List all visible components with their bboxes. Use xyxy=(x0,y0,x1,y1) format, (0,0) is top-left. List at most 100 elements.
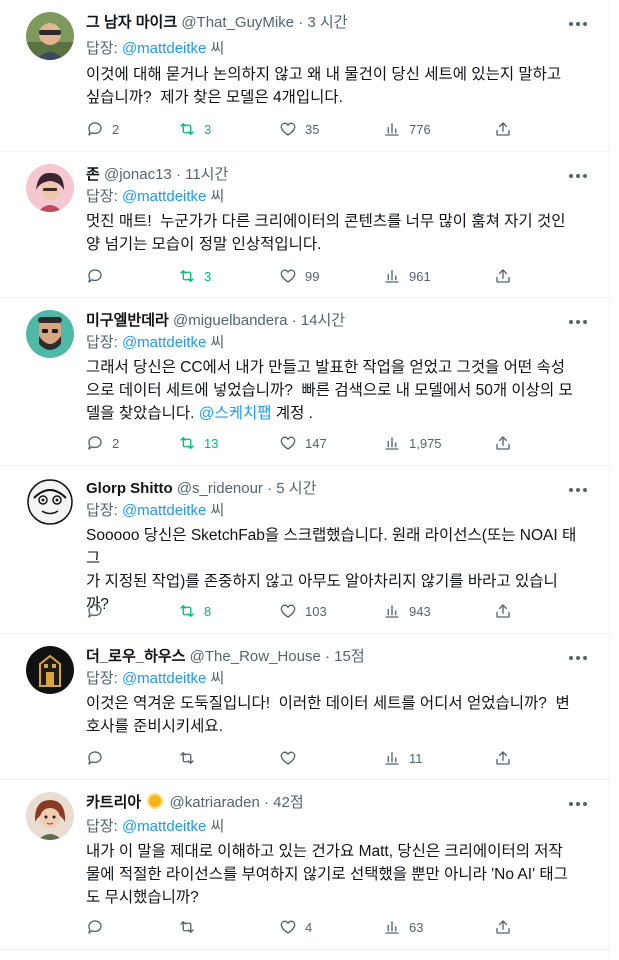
more-options-button[interactable] xyxy=(567,648,589,668)
timestamp[interactable]: 5 시간 xyxy=(276,480,316,497)
share-button[interactable] xyxy=(494,431,512,455)
more-options-button[interactable] xyxy=(567,14,589,34)
user-handle[interactable]: @katriaraden xyxy=(170,794,260,811)
views-button[interactable]: 943 xyxy=(383,599,431,623)
avatar[interactable] xyxy=(26,164,74,212)
separator-dot: · xyxy=(267,480,273,497)
retweet-button[interactable]: 8 xyxy=(178,599,211,623)
mention-link[interactable]: @mattdeitke xyxy=(122,334,206,351)
mention-link[interactable]: @mattdeitke xyxy=(122,670,206,687)
like-button[interactable]: 4 xyxy=(279,915,312,939)
tweet-text: 이것은 역겨운 도둑질입니다! 이러한 데이터 세트를 어디서 얻었습니까? 변… xyxy=(86,695,570,735)
reply-tweet[interactable]: 그 남자 마이크 @That_GuyMike · 3 시간 답장: @mattd… xyxy=(0,0,609,152)
views-button[interactable]: 11 xyxy=(383,746,423,770)
user-handle[interactable]: @The_Row_House xyxy=(190,648,321,665)
reply-tweet[interactable]: Glorp Shitto @s_ridenour · 5 시간 답장: @mat… xyxy=(0,466,609,634)
reply-tweet[interactable]: 카트리아 @katriaraden · 42점 답장: @mattdeitke … xyxy=(0,780,609,950)
sketchfab-mention-link[interactable]: @스케치팹 xyxy=(199,405,272,422)
replying-to: 답장: @mattdeitke 씨 xyxy=(86,333,224,353)
timestamp[interactable]: 15점 xyxy=(334,648,365,665)
heart-icon xyxy=(280,122,296,136)
display-name[interactable]: 카트리아 xyxy=(86,794,141,811)
views-button[interactable]: 961 xyxy=(383,264,431,288)
display-name[interactable]: 그 남자 마이크 xyxy=(86,14,177,31)
share-button[interactable] xyxy=(494,117,512,141)
user-handle[interactable]: @miguelbandera xyxy=(173,312,287,329)
share-icon xyxy=(496,436,510,450)
timestamp[interactable]: 42점 xyxy=(273,794,304,811)
share-button[interactable] xyxy=(494,264,512,288)
retweet-button[interactable] xyxy=(178,746,204,770)
views-button[interactable]: 63 xyxy=(383,915,423,939)
reply-button[interactable] xyxy=(86,746,112,770)
more-dots-icon xyxy=(569,320,587,324)
share-icon xyxy=(496,122,510,136)
like-button[interactable]: 103 xyxy=(279,599,327,623)
more-options-button[interactable] xyxy=(567,166,589,186)
retweet-button[interactable] xyxy=(178,915,204,939)
heart-icon xyxy=(280,920,296,934)
reply-tweet[interactable]: 미구엘반데라 @miguelbandera · 14시간 답장: @mattde… xyxy=(0,298,609,466)
avatar[interactable] xyxy=(26,792,74,840)
view-count: 11 xyxy=(409,750,423,766)
retweet-icon xyxy=(180,123,194,135)
replying-to-label: 답장: xyxy=(86,502,118,519)
separator-dot: · xyxy=(324,648,330,665)
display-name[interactable]: 존 xyxy=(86,166,100,183)
timestamp[interactable]: 14시간 xyxy=(301,312,345,329)
replying-to: 답장: @mattdeitke 씨 xyxy=(86,669,224,689)
share-button[interactable] xyxy=(494,915,512,939)
tweet-header: 더_로우_하우스 @The_Row_House · 15점 xyxy=(86,647,569,667)
more-options-button[interactable] xyxy=(567,794,589,814)
mention-link[interactable]: @mattdeitke xyxy=(122,40,206,57)
tweet-text: 멋진 매트! 누군가가 다른 크리에이터의 콘텐츠를 너무 많이 훔쳐 자기 것… xyxy=(86,213,566,253)
display-name[interactable]: Glorp Shitto xyxy=(86,480,173,497)
mention-link[interactable]: @mattdeitke xyxy=(122,502,206,519)
avatar[interactable] xyxy=(26,646,74,694)
views-button[interactable]: 776 xyxy=(383,117,431,141)
mention-link[interactable]: @mattdeitke xyxy=(122,818,206,835)
share-button[interactable] xyxy=(494,746,512,770)
display-name[interactable]: 미구엘반데라 xyxy=(86,312,169,329)
retweet-button[interactable]: 3 xyxy=(178,264,211,288)
timestamp[interactable]: 11시간 xyxy=(185,166,228,183)
more-dots-icon xyxy=(569,656,587,660)
reply-button[interactable]: 2 xyxy=(86,117,119,141)
share-button[interactable] xyxy=(494,599,512,623)
replying-to: 답장: @mattdeitke 씨 xyxy=(86,39,224,59)
view-count: 776 xyxy=(409,121,431,137)
separator-dot: · xyxy=(298,14,304,31)
tweet-header: 미구엘반데라 @miguelbandera · 14시간 xyxy=(86,311,569,331)
like-count: 35 xyxy=(305,121,320,137)
mention-link[interactable]: @mattdeitke xyxy=(122,188,206,205)
like-button[interactable]: 99 xyxy=(279,264,319,288)
heart-icon xyxy=(280,436,296,450)
tweet-text-end: 계정 . xyxy=(271,405,313,422)
more-options-button[interactable] xyxy=(567,312,589,332)
reply-tweet[interactable]: 존 @jonac13 · 11시간 답장: @mattdeitke 씨 멋진 매… xyxy=(0,152,609,298)
avatar[interactable] xyxy=(26,12,74,60)
like-button[interactable]: 147 xyxy=(279,431,327,455)
like-button[interactable]: 35 xyxy=(279,117,319,141)
separator-dot: · xyxy=(291,312,297,329)
views-button[interactable]: 1,975 xyxy=(383,431,442,455)
avatar[interactable] xyxy=(26,478,74,526)
reply-button[interactable] xyxy=(86,915,112,939)
reply-button[interactable]: 2 xyxy=(86,431,119,455)
reply-button[interactable] xyxy=(86,599,112,623)
more-options-button[interactable] xyxy=(567,480,589,500)
timestamp[interactable]: 3 시간 xyxy=(307,14,347,31)
honorific: 씨 xyxy=(206,818,225,835)
user-handle[interactable]: @jonac13 xyxy=(104,166,172,183)
reply-tweet[interactable]: 더_로우_하우스 @The_Row_House · 15점 답장: @mattd… xyxy=(0,634,609,780)
display-name[interactable]: 더_로우_하우스 xyxy=(86,648,186,665)
avatar[interactable] xyxy=(26,310,74,358)
retweet-button[interactable]: 13 xyxy=(178,431,218,455)
retweet-button[interactable]: 3 xyxy=(178,117,211,141)
reply-icon xyxy=(88,122,102,136)
honorific: 씨 xyxy=(206,188,225,205)
user-handle[interactable]: @That_GuyMike xyxy=(181,14,294,31)
user-handle[interactable]: @s_ridenour xyxy=(177,480,263,497)
like-button[interactable] xyxy=(279,746,305,770)
reply-button[interactable] xyxy=(86,264,112,288)
